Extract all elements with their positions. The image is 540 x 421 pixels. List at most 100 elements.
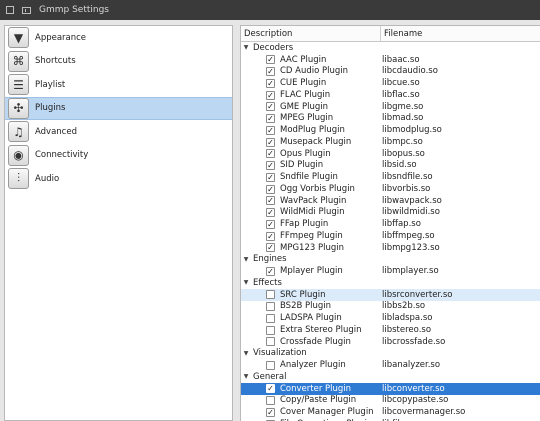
plugin-row[interactable]: ✓ Mplayer Plugin libmplayer.so bbox=[241, 265, 540, 277]
sidebar-item-label: Shortcuts bbox=[35, 56, 76, 67]
plugin-enabled-checkbox[interactable]: ✓ bbox=[266, 219, 275, 229]
sidebar-item-label: Connectivity bbox=[35, 150, 89, 161]
plugin-enabled-checkbox[interactable]: ✓ bbox=[266, 149, 275, 159]
expand-arrow-icon[interactable]: ▼ bbox=[241, 350, 251, 357]
plugin-enabled-checkbox[interactable]: ✓ bbox=[266, 137, 275, 147]
plugin-row[interactable]: LADSPA Plugin libladspa.so bbox=[241, 312, 540, 324]
plugin-row[interactable]: ✓ CUE Plugin libcue.so bbox=[241, 77, 540, 89]
plugin-filename: libffap.so bbox=[382, 219, 421, 230]
sidebar-item-playlist[interactable]: ☰ Playlist bbox=[5, 73, 232, 97]
audio-icon: ⫶ bbox=[8, 168, 29, 190]
plugin-row[interactable]: ✓ AAC Plugin libaac.so bbox=[241, 54, 540, 66]
plugin-enabled-checkbox[interactable]: ✓ bbox=[266, 243, 275, 253]
plugin-row[interactable]: ✓ FFap Plugin libffap.so bbox=[241, 218, 540, 230]
plugin-filename: libcdaudio.so bbox=[382, 66, 438, 77]
plugin-enabled-checkbox[interactable]: ✓ bbox=[266, 172, 275, 182]
plugin-group-visualization[interactable]: ▼ Visualization bbox=[241, 348, 540, 360]
plugin-row[interactable]: ✓ CD Audio Plugin libcdaudio.so bbox=[241, 66, 540, 78]
expand-arrow-icon[interactable]: ▼ bbox=[241, 279, 251, 286]
plugin-enabled-checkbox[interactable]: ✓ bbox=[266, 114, 275, 123]
sidebar-item-appearance[interactable]: ▼ Appearance bbox=[5, 26, 232, 50]
plugin-row[interactable]: Analyzer Plugin libanalyzer.so bbox=[241, 359, 540, 371]
plugin-enabled-checkbox[interactable]: ✓ bbox=[266, 102, 275, 112]
plugin-enabled-checkbox[interactable]: ✓ bbox=[266, 231, 275, 241]
plugin-enabled-checkbox[interactable]: ✓ bbox=[266, 384, 275, 394]
plugin-filename: libladspa.so bbox=[382, 313, 433, 324]
plugin-description: Converter Plugin bbox=[280, 383, 352, 394]
plugin-group-effects[interactable]: ▼ Effects bbox=[241, 277, 540, 289]
plugin-row[interactable]: ✓ Sndfile Plugin libsndfile.so bbox=[241, 171, 540, 183]
plugin-enabled-checkbox[interactable] bbox=[266, 396, 275, 405]
plugin-description: ModPlug Plugin bbox=[280, 125, 345, 136]
plugin-row[interactable]: ✓ Ogg Vorbis Plugin libvorbis.so bbox=[241, 183, 540, 195]
plugin-description: LADSPA Plugin bbox=[280, 313, 342, 324]
sidebar-item-audio[interactable]: ⫶ Audio bbox=[5, 167, 232, 191]
plugin-row[interactable]: ✓ GME Plugin libgme.so bbox=[241, 101, 540, 113]
plugin-filename: libgme.so bbox=[382, 101, 424, 112]
plugin-row[interactable]: Extra Stereo Plugin libstereo.so bbox=[241, 324, 540, 336]
plugin-filename: libanalyzer.so bbox=[382, 360, 441, 371]
plugin-filename: libmodplug.so bbox=[382, 125, 442, 136]
plugin-row[interactable]: ✓ SID Plugin libsid.so bbox=[241, 160, 540, 172]
sidebar-item-label: Advanced bbox=[35, 126, 77, 137]
plugin-enabled-checkbox[interactable]: ✓ bbox=[266, 208, 275, 217]
plugin-row[interactable]: ✓ FLAC Plugin libflac.so bbox=[241, 89, 540, 101]
settings-sidebar: ▼ Appearance ⌘ Shortcuts ☰ Playlist ✣ Plugins ♫ A… bbox=[4, 25, 233, 421]
plugin-group-decoders[interactable]: ▼ Decoders bbox=[241, 42, 540, 54]
plugin-row[interactable]: ✓ Cover Manager Plugin libcovermanager.so bbox=[241, 406, 540, 418]
plugin-enabled-checkbox[interactable]: ✓ bbox=[266, 266, 275, 276]
playlist-icon: ☰ bbox=[8, 74, 29, 96]
plugin-group-label: Visualization bbox=[253, 348, 307, 359]
plugin-row[interactable]: ✓ WildMidi Plugin libwildmidi.so bbox=[241, 207, 540, 219]
plugin-enabled-checkbox[interactable]: ✓ bbox=[266, 78, 275, 88]
expand-arrow-icon[interactable]: ▼ bbox=[241, 256, 251, 263]
plugin-enabled-checkbox[interactable]: ✓ bbox=[266, 184, 275, 194]
sidebar-item-advanced[interactable]: ♫ Advanced bbox=[5, 120, 232, 144]
plugin-row[interactable]: ✓ FFmpeg Plugin libffmpeg.so bbox=[241, 230, 540, 242]
window-mode-icon[interactable] bbox=[22, 6, 31, 14]
plugin-row[interactable]: Copy/Paste Plugin libcopypaste.so bbox=[241, 395, 540, 407]
sidebar-item-shortcuts[interactable]: ⌘ Shortcuts bbox=[5, 50, 232, 74]
plugin-description: BS2B Plugin bbox=[280, 301, 332, 312]
plugin-row[interactable]: ✓ Opus Plugin libopus.so bbox=[241, 148, 540, 160]
description-column-header[interactable]: Description bbox=[241, 26, 381, 41]
plugin-row[interactable]: ✓ ModPlug Plugin libmodplug.so bbox=[241, 124, 540, 136]
expand-arrow-icon[interactable]: ▼ bbox=[241, 373, 251, 380]
plugin-row[interactable]: Crossfade Plugin libcrossfade.so bbox=[241, 336, 540, 348]
plugin-description: GME Plugin bbox=[280, 101, 329, 112]
plugin-enabled-checkbox[interactable]: ✓ bbox=[266, 161, 275, 170]
plugin-enabled-checkbox[interactable] bbox=[266, 302, 275, 311]
plugin-enabled-checkbox[interactable] bbox=[266, 313, 275, 323]
filename-column-header[interactable]: Filename bbox=[381, 29, 422, 39]
sidebar-item-connectivity[interactable]: ◉ Connectivity bbox=[5, 144, 232, 168]
sidebar-item-label: Appearance bbox=[35, 32, 87, 43]
plugin-filename: libsrconverter.so bbox=[382, 289, 453, 300]
plugin-description: FLAC Plugin bbox=[280, 89, 331, 100]
plugin-row[interactable]: BS2B Plugin libbs2b.so bbox=[241, 301, 540, 313]
plugin-enabled-checkbox[interactable] bbox=[266, 337, 275, 347]
title-bar: Gmmp Settings bbox=[0, 0, 540, 20]
plugin-row[interactable]: ✓ MPG123 Plugin libmpg123.so bbox=[241, 242, 540, 254]
sidebar-item-plugins[interactable]: ✣ Plugins bbox=[5, 96, 232, 120]
plugin-group-engines[interactable]: ▼ Engines bbox=[241, 254, 540, 266]
plugin-enabled-checkbox[interactable] bbox=[266, 325, 275, 335]
plugin-enabled-checkbox[interactable]: ✓ bbox=[266, 67, 275, 76]
plugin-enabled-checkbox[interactable] bbox=[266, 360, 275, 370]
plugin-row[interactable]: ✓ Converter Plugin libconverter.so bbox=[241, 382, 540, 395]
plugin-enabled-checkbox[interactable]: ✓ bbox=[266, 125, 275, 135]
window-menu-icon[interactable] bbox=[6, 6, 14, 14]
plugin-row[interactable]: ✓ Musepack Plugin libmpc.so bbox=[241, 136, 540, 148]
plugin-enabled-checkbox[interactable]: ✓ bbox=[266, 407, 275, 417]
plugin-filename: libstereo.so bbox=[382, 324, 432, 335]
plugin-enabled-checkbox[interactable] bbox=[266, 290, 275, 300]
plugin-row[interactable]: SRC Plugin libsrconverter.so bbox=[241, 288, 540, 301]
plugin-enabled-checkbox[interactable]: ✓ bbox=[266, 55, 275, 65]
plugin-row[interactable]: ✓ WavPack Plugin libwavpack.so bbox=[241, 195, 540, 207]
expand-arrow-icon[interactable]: ▼ bbox=[241, 44, 251, 51]
plugin-row[interactable]: ✓ MPEG Plugin libmad.so bbox=[241, 113, 540, 125]
sidebar-item-label: Audio bbox=[35, 173, 60, 184]
plugin-enabled-checkbox[interactable]: ✓ bbox=[266, 90, 275, 100]
plugin-description: SID Plugin bbox=[280, 160, 324, 171]
plugin-group-general[interactable]: ▼ General bbox=[241, 371, 540, 383]
plugin-enabled-checkbox[interactable]: ✓ bbox=[266, 196, 275, 206]
